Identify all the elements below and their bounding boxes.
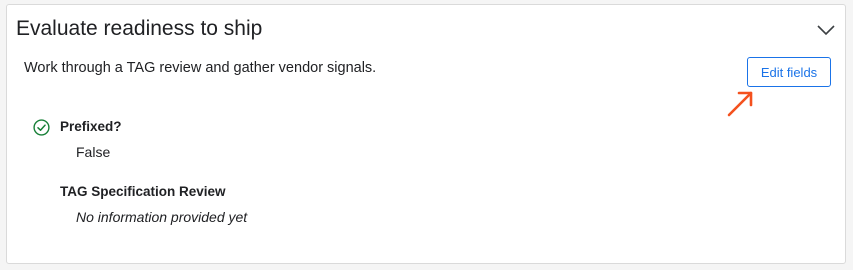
ship-readiness-card: Evaluate readiness to ship Work through … <box>6 4 846 264</box>
chevron-down-icon[interactable] <box>815 19 837 41</box>
field-label-prefixed: Prefixed? <box>60 119 122 134</box>
field-value-prefixed: False <box>76 144 111 160</box>
card-header[interactable]: Evaluate readiness to ship <box>7 5 845 55</box>
edit-fields-button[interactable]: Edit fields <box>747 57 831 87</box>
card-description: Work through a TAG review and gather ven… <box>24 60 377 76</box>
field-label-tag-review: TAG Specification Review <box>60 184 226 199</box>
card-title: Evaluate readiness to ship <box>16 17 263 40</box>
field-value-tag-review: No information provided yet <box>76 209 248 225</box>
check-circle-icon <box>33 119 50 136</box>
arrow-annotation-icon <box>725 87 757 119</box>
